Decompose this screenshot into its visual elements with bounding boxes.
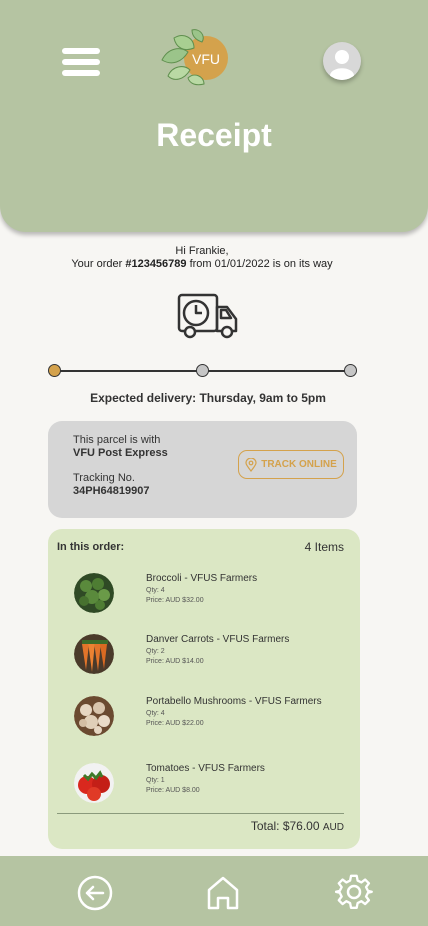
tracking-label: Tracking No. [73, 472, 135, 484]
carrots-image [74, 634, 114, 674]
order-card: In this order: 4 Items Broccoli - VFUS F… [48, 529, 360, 849]
tracking-number: 34PH64819907 [73, 485, 150, 497]
greeting-line: Hi Frankie, [175, 245, 229, 257]
item-name: Portabello Mushrooms - VFUS Farmers [146, 696, 322, 707]
item-qty: Qty: 4 [146, 710, 165, 717]
order-total: Total: $76.00 AUD [251, 819, 344, 833]
item-name: Danver Carrots - VFUS Farmers [146, 634, 290, 645]
order-suffix: from 01/01/2022 is on its way [186, 258, 333, 270]
order-prefix: Your order [71, 258, 126, 270]
item-qty: Qty: 2 [146, 648, 165, 655]
delivery-truck-icon [177, 293, 238, 339]
broccoli-image [74, 573, 114, 613]
user-avatar-icon[interactable] [323, 42, 361, 80]
order-item[interactable]: Portabello Mushrooms - VFUS Farmers Qty:… [48, 696, 360, 740]
item-price: Price: AUD $14.00 [146, 658, 204, 665]
vfu-logo: VFU [161, 29, 228, 86]
order-status-line: Your order #123456789 from 01/01/2022 is… [0, 258, 404, 271]
order-item[interactable]: Broccoli - VFUS Farmers Qty: 4 Price: AU… [48, 573, 360, 617]
delivery-progress [48, 363, 358, 379]
item-qty: Qty: 1 [146, 777, 165, 784]
item-count: 4 Items [304, 540, 344, 554]
order-greeting: Hi Frankie, Your order #123456789 from 0… [0, 245, 404, 271]
order-item[interactable]: Tomatoes - VFUS Farmers Qty: 1 Price: AU… [48, 763, 360, 807]
total-amount: Total: $76.00 [250, 819, 320, 833]
home-icon[interactable] [204, 874, 242, 912]
logo-text: VFU [192, 51, 220, 67]
item-price: Price: AUD $32.00 [146, 597, 204, 604]
location-pin-icon [245, 457, 257, 472]
page-title: Receipt [156, 117, 272, 153]
divider [57, 813, 344, 814]
progress-step-3 [344, 364, 357, 377]
track-online-label: TRACK ONLINE [261, 459, 337, 470]
total-currency: AUD [322, 822, 344, 833]
item-price: Price: AUD $8.00 [146, 787, 200, 794]
item-price: Price: AUD $22.00 [146, 720, 204, 727]
item-qty: Qty: 4 [146, 587, 165, 594]
track-online-button[interactable]: TRACK ONLINE [238, 450, 344, 479]
parcel-carrier: VFU Post Express [73, 447, 168, 459]
mushrooms-image [74, 696, 114, 736]
gear-icon[interactable] [335, 874, 373, 912]
tomatoes-image [74, 763, 114, 803]
order-heading: In this order: [57, 541, 125, 553]
progress-step-1 [48, 364, 61, 377]
expected-delivery: Expected delivery: Thursday, 9am to 5pm [90, 391, 326, 405]
menu-icon[interactable] [62, 48, 100, 78]
order-number: #123456789 [125, 258, 187, 270]
parcel-with-label: This parcel is with [73, 434, 161, 446]
header: VFU Receipt [0, 0, 428, 232]
parcel-card: This parcel is with VFU Post Express Tra… [48, 421, 357, 518]
item-name: Broccoli - VFUS Farmers [146, 573, 258, 584]
bottom-nav [0, 856, 428, 926]
order-item[interactable]: Danver Carrots - VFUS Farmers Qty: 2 Pri… [48, 634, 360, 678]
progress-step-2 [196, 364, 209, 377]
item-name: Tomatoes - VFUS Farmers [146, 763, 265, 774]
back-arrow-icon[interactable] [76, 874, 114, 912]
